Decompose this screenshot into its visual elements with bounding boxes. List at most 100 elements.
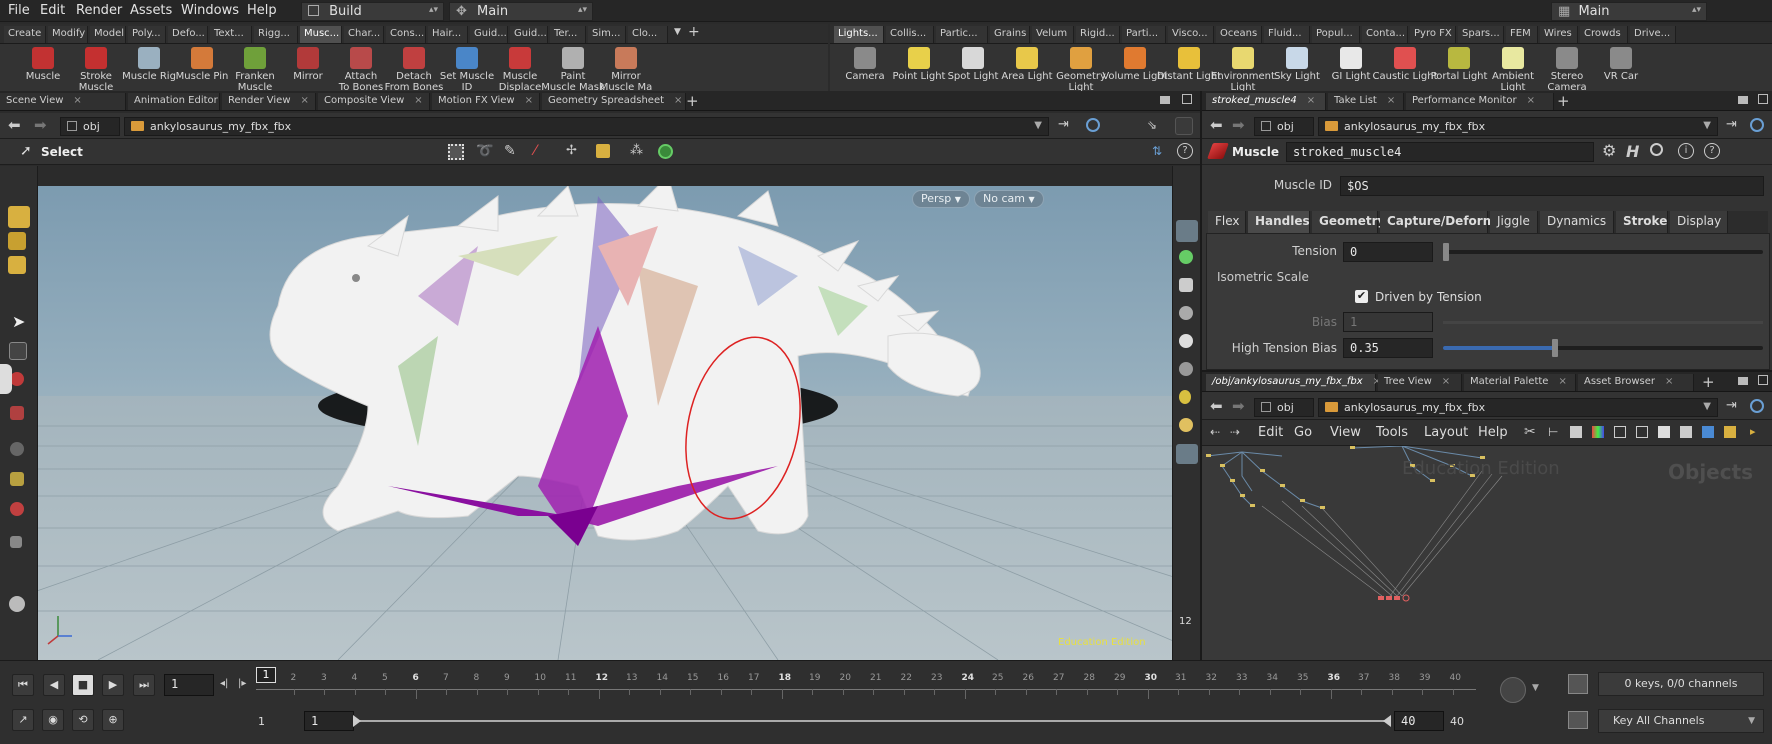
details-icon[interactable] [1636,426,1648,438]
notes-icon[interactable] [1658,426,1670,438]
sphere-tool-icon[interactable] [9,596,25,612]
bulb-icon[interactable] [1179,390,1191,404]
viewport-options-icon[interactable]: ⇅ [1152,144,1162,158]
close-icon[interactable]: × [1307,95,1315,106]
lock-camera-icon[interactable] [1179,278,1193,292]
context-selector[interactable]: ✥ Main ▴▾ [449,2,593,21]
menu-file[interactable]: File [8,3,30,18]
high-tension-bias-handle[interactable] [1552,339,1558,357]
close-icon[interactable]: × [1665,376,1673,387]
path-root-field[interactable]: obj [1254,117,1314,136]
shelf-tab[interactable]: Conta... [1362,26,1408,43]
parameter-tab[interactable]: Handles [1248,211,1310,233]
pane-tab[interactable]: Performance Monitor × [1406,93,1554,110]
background-icon[interactable] [1724,426,1736,438]
menu-edit[interactable]: Edit [40,3,65,18]
forward-arrow-icon[interactable]: ➡ [1232,116,1245,134]
target-icon[interactable] [1086,118,1100,132]
high-tension-bias-slider[interactable] [1443,339,1763,357]
magnet-icon[interactable] [10,406,24,420]
pin-icon[interactable]: ⇥ [1726,398,1737,413]
play-reverse-button[interactable]: ◀ [43,674,65,696]
list-icon[interactable] [1570,426,1582,438]
shelf-tool[interactable]: Mirror Muscle Ma [593,47,659,93]
pointer-icon[interactable]: ➤ [12,312,25,331]
shelf-tab[interactable]: Defo... [168,26,208,43]
help-icon[interactable]: ? [1704,143,1720,159]
palette-icon[interactable] [1592,426,1604,438]
shelf-tab[interactable]: Sim... [588,26,626,43]
network-menu-item[interactable]: Go [1294,425,1312,440]
pane-maximize-icon[interactable] [1182,94,1192,104]
frame-marker[interactable]: 1 [256,667,276,683]
box-select-icon[interactable] [448,144,464,160]
stop-button[interactable]: ■ [72,674,94,696]
shelf-tab[interactable]: FEM [1506,26,1538,43]
tree-icon[interactable]: ⊢ [1548,425,1558,439]
shelf-tab[interactable]: Clo... [628,26,668,43]
shelf-tab[interactable]: Text... [210,26,252,43]
back-arrow-icon[interactable]: ⬅ [8,116,21,134]
shelf-tab[interactable]: Drive... [1630,26,1676,43]
shading-icon[interactable] [1179,362,1193,376]
gear-icon[interactable]: ⚙ [1602,141,1616,160]
wrench-icon[interactable]: ✂ [1524,424,1536,440]
network-editor[interactable]: Education Edition Objects [1202,446,1772,662]
shelf-tab[interactable]: Oceans [1216,26,1262,43]
shelf-tab[interactable]: Model [90,26,126,43]
step-forward-icon[interactable]: |▸ [238,678,246,689]
driven-checkbox[interactable]: ✔ [1355,290,1368,303]
pane-maximize-icon[interactable] [1758,375,1768,385]
audio-scrub-button[interactable]: ◉ [42,709,64,731]
add-tab-icon[interactable]: + [1702,373,1715,391]
path-node-field[interactable]: ankylosaurus_my_fbx_fbx ▼ [1318,117,1718,136]
render-region-icon[interactable] [1176,444,1198,464]
shelf-tab[interactable]: Fluid... [1264,26,1310,43]
pivot-icon[interactable] [10,442,24,456]
range-start-handle[interactable] [353,715,361,727]
secure-select-icon[interactable] [596,144,610,158]
edit-icon[interactable] [1680,426,1692,438]
muscle-id-field[interactable]: $OS [1340,176,1764,196]
pane-tab[interactable]: stroked_muscle4 × [1206,93,1326,110]
camera-menu[interactable]: No cam ▼ [974,190,1044,208]
loop-button[interactable]: ⟲ [72,709,94,731]
add-tab-icon[interactable]: + [686,92,699,110]
shelf-tab[interactable]: Modify [48,26,88,43]
pane-tab[interactable]: Composite View × [318,93,430,110]
menu-render[interactable]: Render [76,3,122,18]
shelf-tab[interactable]: Cons... [386,26,426,43]
brush-icon[interactable]: ✎ [504,143,516,159]
range-end-field[interactable]: 40 [1394,711,1444,731]
snap-icon[interactable] [10,372,24,386]
help-icon[interactable]: ? [1177,143,1193,159]
pane-maximize-icon[interactable] [1758,94,1768,104]
back-arrow-icon[interactable]: ⬅ [1210,116,1223,134]
parameter-tab[interactable]: Jiggle [1490,211,1538,233]
target-icon[interactable] [1750,399,1764,413]
path-root-field[interactable]: obj [60,117,120,136]
light-icon[interactable] [1179,250,1193,264]
headlight-icon[interactable] [1179,418,1193,432]
global-options-button[interactable]: ⊕ [102,709,124,731]
path-node-field[interactable]: ankylosaurus_my_fbx_fbx ▼ [1318,398,1718,417]
audio-dropdown-icon[interactable]: ▼ [1532,683,1539,693]
shelf-tab[interactable]: Musc... [300,26,342,43]
add-shelf-icon[interactable]: + [688,24,700,40]
shelf-tab[interactable]: Parti... [1122,26,1166,43]
desktop-selector[interactable]: Build ▴▾ [301,2,444,21]
key-channels-icon[interactable] [1568,711,1588,729]
menu-windows[interactable]: Windows [181,3,239,18]
select-mode-icon[interactable] [8,206,30,228]
shelf-tab[interactable]: Partic... [936,26,988,43]
pane-menu-icon[interactable] [1738,377,1748,385]
shelf-tab[interactable]: Rigg... [254,26,298,43]
tension-field[interactable]: 0 [1343,242,1433,262]
laser-icon[interactable]: ⁄ [534,143,536,159]
target-icon[interactable] [1750,118,1764,132]
network-back-icon[interactable]: ⇠ [1210,425,1220,439]
chevron-right-icon[interactable]: ▸ [1750,425,1756,438]
pose-mode-icon[interactable] [8,256,26,274]
pane-tab[interactable]: /obj/ankylosaurus_my_fbx_fbx × [1206,374,1381,391]
shelf-tab[interactable]: Pyro FX [1410,26,1456,43]
